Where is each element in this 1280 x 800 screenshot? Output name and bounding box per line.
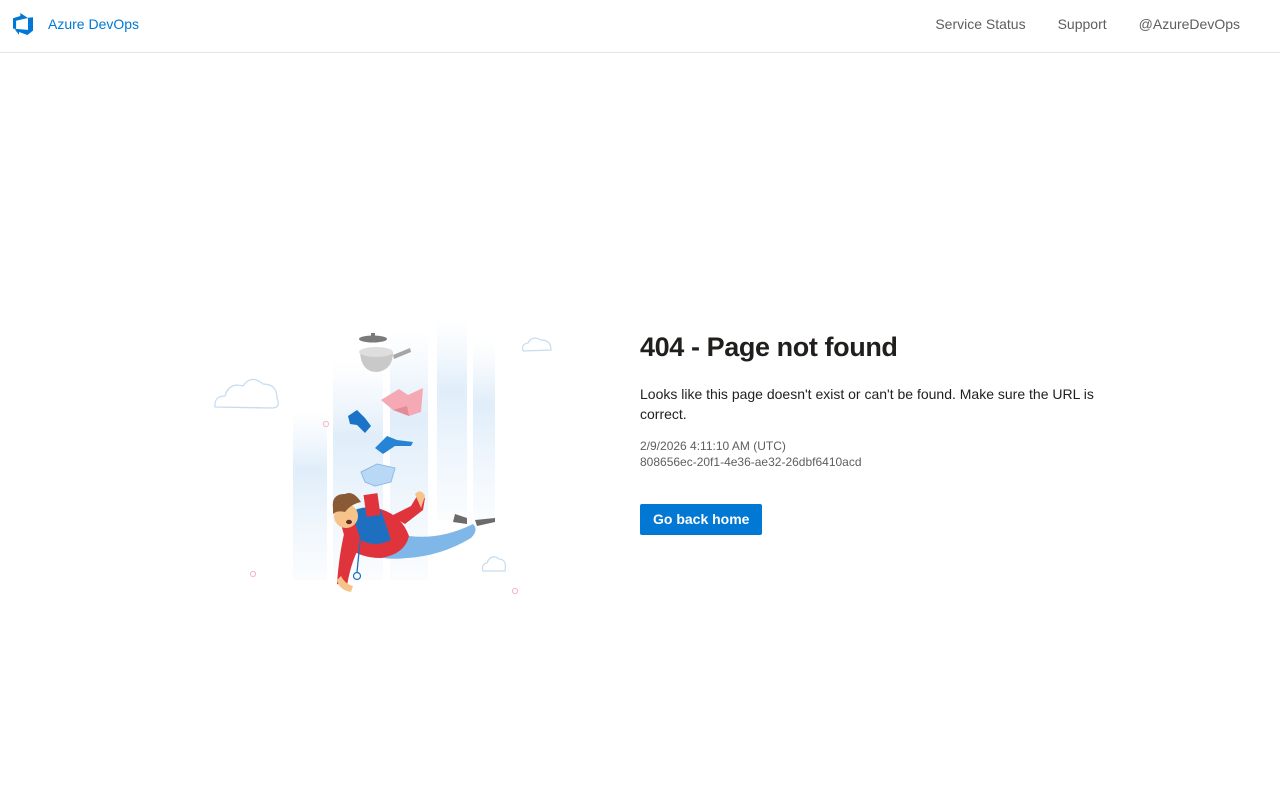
error-message: Looks like this page doesn't exist or ca… bbox=[640, 386, 1094, 422]
cloud-icon bbox=[214, 378, 279, 409]
brand-name: Azure DevOps bbox=[48, 16, 140, 32]
header-nav: Service Status Support @AzureDevOps bbox=[903, 0, 1240, 48]
brand-link[interactable]: Azure DevOps bbox=[13, 13, 139, 35]
nav-support-link[interactable]: Support bbox=[1058, 16, 1107, 32]
falling-person-illustration bbox=[214, 320, 552, 595]
error-activity-id: 808656ec-20f1-4e36-ae32-26dbf6410acd bbox=[640, 455, 862, 469]
top-header: Azure DevOps Service Status Support @Azu… bbox=[0, 0, 1280, 53]
cloud-icon bbox=[481, 556, 506, 572]
cloud-icon bbox=[521, 337, 552, 352]
error-title: 404 - Page not found bbox=[640, 332, 898, 362]
go-back-home-button[interactable]: Go back home bbox=[640, 504, 763, 535]
sparkle-dot bbox=[249, 570, 257, 578]
nav-twitter-link[interactable]: @AzureDevOps bbox=[1139, 16, 1240, 32]
azure-devops-logo-icon bbox=[13, 13, 33, 35]
error-panel: 404 - Page not found Looks like this pag… bbox=[640, 328, 1130, 535]
error-timestamp: 2/9/2026 4:11:10 AM (UTC) bbox=[640, 439, 786, 453]
sparkle-dot bbox=[511, 587, 519, 595]
nav-service-status-link[interactable]: Service Status bbox=[935, 16, 1025, 32]
error-details: 2/9/2026 4:11:10 AM (UTC) 808656ec-20f1-… bbox=[640, 438, 1130, 470]
pink-shirt-icon bbox=[381, 388, 423, 416]
